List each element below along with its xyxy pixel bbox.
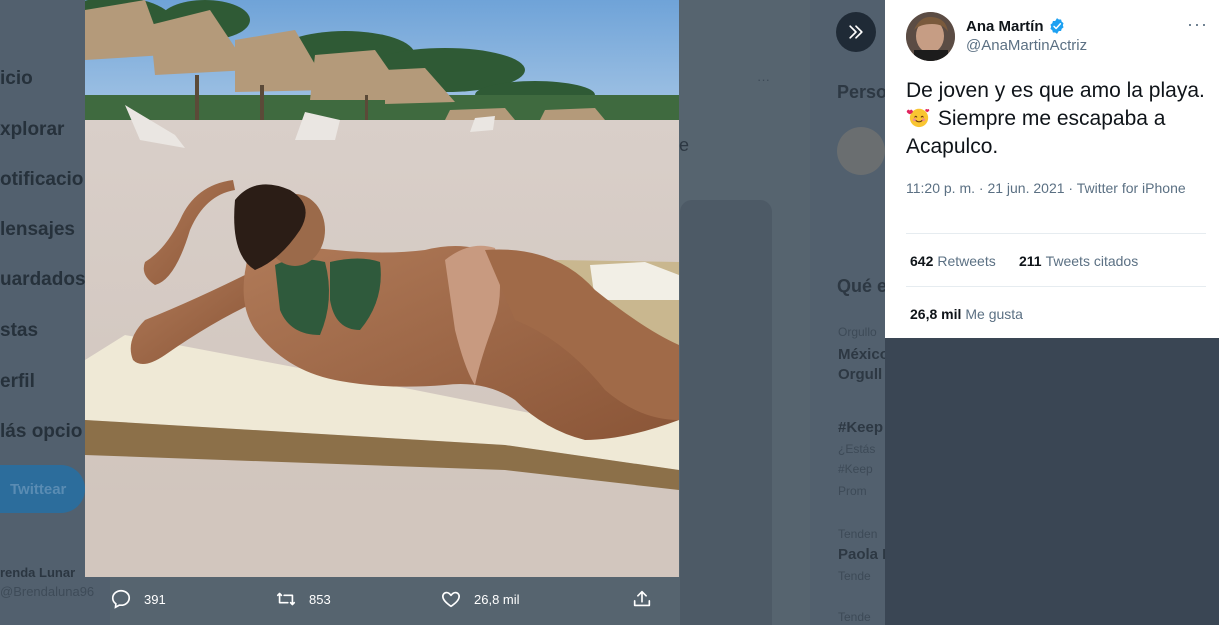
quote-tweets-count: 211: [1019, 253, 1042, 269]
trend-context: Tende: [838, 569, 871, 583]
nav-item-messages: lensajes: [0, 219, 75, 240]
tweet-text-part: De joven y es que amo la playa.: [906, 79, 1205, 102]
trend-promoted: Prom: [838, 484, 867, 498]
retweet-icon: [276, 592, 296, 606]
reply-count: 391: [144, 591, 166, 607]
author-name-row[interactable]: Ana Martín: [966, 17, 1066, 35]
share-button[interactable]: [631, 588, 665, 610]
collapse-panel-button[interactable]: [836, 12, 876, 52]
current-user-handle: @Brendaluna96: [0, 584, 95, 599]
like-count: 26,8 mil: [474, 591, 520, 607]
likes-label: Me gusta: [965, 306, 1023, 322]
share-icon: [633, 590, 651, 607]
trend-name: México: [838, 346, 885, 363]
nav-item-explore: xplorar: [0, 119, 65, 140]
background-more-icon: ···: [757, 72, 770, 87]
double-chevron-right-icon: [849, 25, 863, 39]
trend-context: Orgullo: [838, 325, 877, 339]
avatar-image: [906, 12, 955, 61]
divider: [906, 286, 1206, 287]
author-avatar[interactable]: [906, 12, 955, 61]
heart-icon: [442, 591, 460, 608]
trend-name: Paola I: [838, 546, 885, 563]
nav-item-home: icio: [0, 68, 33, 89]
background-sidebar: Perso Qué e Orgullo México Orgull #Keep …: [810, 0, 885, 625]
retweets-stat[interactable]: 642 Retweets: [910, 253, 996, 269]
tweet-detail-panel: Ana Martín @AnaMartinActriz ··· De joven…: [885, 0, 1219, 338]
quote-tweets-label: Tweets citados: [1045, 253, 1139, 269]
reply-button[interactable]: 391: [110, 588, 166, 610]
retweets-count: 642: [910, 253, 934, 269]
retweet-count: 853: [309, 591, 331, 607]
author-handle[interactable]: @AnaMartinActriz: [966, 37, 1087, 54]
like-button[interactable]: 26,8 mil: [440, 588, 520, 610]
reply-icon: [111, 589, 131, 609]
trend-description: #Keep: [838, 462, 873, 476]
trend-context: Tenden: [838, 527, 878, 541]
divider: [906, 233, 1206, 234]
likes-total: 26,8 mil: [910, 306, 962, 322]
sidebar-persons-heading: Perso: [837, 82, 885, 102]
retweet-button[interactable]: 853: [275, 588, 331, 610]
nav-item-profile: erfil: [0, 371, 35, 392]
tweet-text: De joven y es que amo la playa. Siempre …: [906, 77, 1206, 161]
trend-context: Tende: [838, 610, 871, 624]
sidebar-trends-heading: Qué e: [837, 276, 885, 296]
nav-item-notifications: otificacio: [0, 169, 84, 190]
verified-badge-icon: [1049, 18, 1064, 34]
trend-name: #Keep: [838, 419, 884, 436]
nav-item-bookmarks: uardados: [0, 269, 86, 290]
media-action-bar: 391 853 26,8 mil: [85, 580, 679, 625]
retweets-label: Retweets: [937, 253, 996, 269]
tweet-timestamp[interactable]: 11:20 p. m. · 21 jun. 2021 · Twitter for…: [906, 178, 1191, 198]
trend-description: ¿Estás: [838, 442, 876, 456]
nav-item-lists: stas: [0, 320, 39, 341]
beach-photo: [85, 0, 679, 577]
trend-name: Orgull: [838, 366, 883, 383]
tweet-media-photo[interactable]: [85, 0, 679, 577]
current-user-name: renda Lunar: [0, 565, 76, 580]
nav-item-more: lás opcio: [0, 421, 83, 442]
tweet-button: Twittear: [0, 465, 85, 513]
quote-tweets-stat[interactable]: 211 Tweets citados: [1019, 253, 1138, 269]
smiling-face-with-hearts-icon: [906, 108, 930, 128]
background-card: [680, 200, 772, 625]
tweet-text-part: Siempre me escapaba a Acapulco.: [906, 107, 1166, 158]
more-options-icon[interactable]: ···: [1187, 14, 1209, 34]
background-text-fragment: e: [679, 135, 690, 155]
likes-stat[interactable]: 26,8 mil Me gusta: [910, 306, 1023, 322]
author-name: Ana Martín: [966, 17, 1044, 35]
